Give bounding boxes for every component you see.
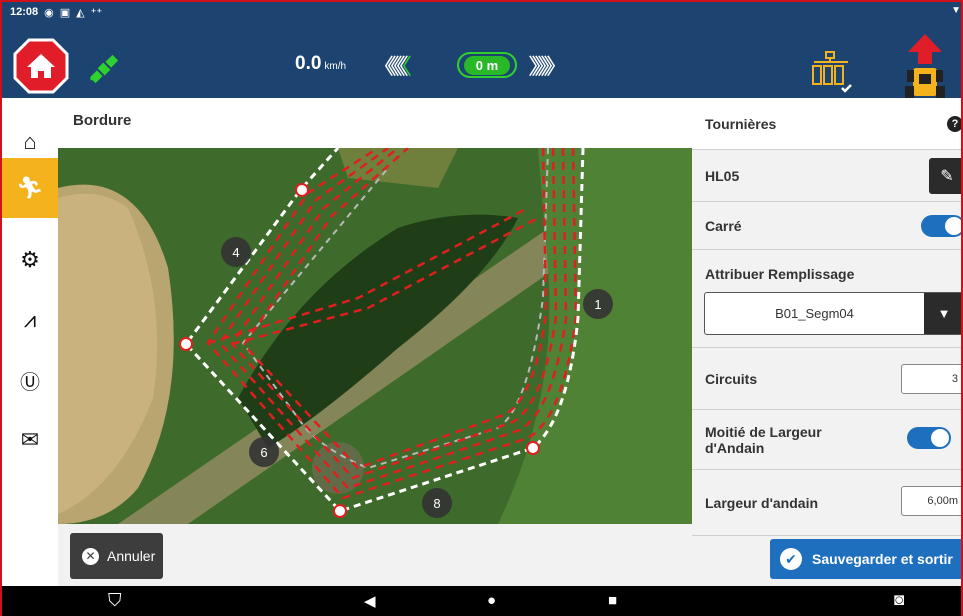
- implement-sections-icon[interactable]: [808, 48, 856, 96]
- headland-name: HL05: [705, 167, 740, 184]
- wifi-icon: ⁺⁺: [90, 6, 103, 19]
- sidebar-item-pulse[interactable]: ⩘: [2, 290, 58, 350]
- chevron-down-icon[interactable]: ▼: [924, 293, 961, 334]
- fill-select-value: B01_Segm04: [775, 306, 854, 321]
- gps-satellite-icon: [89, 54, 119, 84]
- back-icon[interactable]: ◀: [364, 592, 376, 610]
- speed-value: 0.0: [295, 53, 322, 74]
- eye-icon: ◉: [44, 6, 54, 19]
- half-width-toggle[interactable]: [907, 427, 951, 449]
- run-icon: 🏃︎: [16, 175, 44, 200]
- boundary-vertex[interactable]: [295, 183, 309, 197]
- pencil-icon: ✎: [940, 168, 954, 185]
- speed-unit: km/h: [324, 61, 347, 72]
- boundary-vertex[interactable]: [333, 504, 347, 518]
- field-settings-icon: ⚙: [20, 247, 40, 272]
- square-row: Carré: [692, 202, 961, 250]
- cancel-label: Annuler: [107, 548, 156, 564]
- calendar-icon: ▣: [59, 6, 71, 19]
- fill-row: Attribuer Remplissage B01_Segm04 ▼: [692, 250, 961, 348]
- recents-icon[interactable]: ■: [608, 592, 617, 609]
- mail-settings-icon: ✉: [20, 427, 40, 452]
- pulse-icon: ⩘: [23, 307, 37, 332]
- offset-distance: 0 m: [463, 55, 511, 75]
- half-width-label-line1: Moitié de Largeur: [705, 423, 822, 440]
- sidebar-item-field-settings[interactable]: ⚙: [2, 230, 58, 290]
- segment-marker-label: 4: [232, 245, 239, 260]
- half-width-label-line2: d'Andain: [705, 439, 765, 456]
- panel-header: Tournières ?: [692, 98, 961, 150]
- segment-marker-label: 6: [260, 445, 267, 460]
- top-bar: 0.0 km/h 〈〈〈〈〈〈〈 0 m 〉〉〉〉〉〉〉: [2, 22, 961, 102]
- tractor-up-icon[interactable]: [902, 34, 948, 106]
- close-icon: ✕: [82, 547, 99, 565]
- circuits-input[interactable]: 3: [901, 364, 961, 394]
- home-dot-icon[interactable]: ●: [487, 592, 496, 609]
- cancel-button[interactable]: ✕ Annuler: [70, 533, 163, 579]
- sidebar-item-mail-settings[interactable]: ✉: [2, 410, 58, 470]
- ut-icon: Ⓤ: [20, 371, 40, 394]
- boundary-vertex[interactable]: [526, 441, 540, 455]
- status-bar: 12:08 ◉ ▣ ◭ ⁺⁺ ▼: [2, 2, 961, 22]
- signal-triangle-icon: ▼: [951, 5, 961, 16]
- image-icon: ◭: [76, 6, 85, 19]
- circuits-label: Circuits: [705, 370, 758, 387]
- circuits-row: Circuits 3: [692, 348, 961, 410]
- fill-select[interactable]: B01_Segm04 ▼: [704, 292, 961, 335]
- help-icon[interactable]: ?: [947, 116, 961, 132]
- save-label: Sauvegarder et sortir: [812, 551, 953, 567]
- satellite-map[interactable]: 4 1 6 8: [58, 148, 692, 524]
- swath-width-row: Largeur d'andain 6,00m: [692, 470, 961, 536]
- left-sidebar: ⌂ 🏃︎ ⚙ ⩘ Ⓤ ✉: [2, 98, 58, 586]
- map-title: Bordure: [58, 98, 692, 148]
- segment-marker-label: 1: [594, 297, 601, 312]
- home-icon: ⌂: [23, 129, 37, 154]
- check-icon: ✔: [780, 548, 802, 570]
- android-nav-bar: ⛉ ◀ ● ■ ◙: [2, 586, 961, 616]
- offset-distance-badge: 0 m: [457, 52, 517, 78]
- segment-marker-4[interactable]: 4: [221, 237, 251, 267]
- square-label: Carré: [705, 217, 742, 234]
- speed-readout: 0.0 km/h: [295, 53, 346, 75]
- guidance-right-chevrons: 〉〉〉〉〉〉〉: [528, 54, 568, 79]
- segment-marker-label: 8: [433, 496, 440, 511]
- segment-marker-6[interactable]: 6: [249, 437, 279, 467]
- swath-width-label: Largeur d'andain: [705, 494, 819, 511]
- headland-panel: Tournières ? HL05 ✎ Carré Attribuer Remp…: [692, 98, 961, 586]
- app-logo-icon[interactable]: ⛉: [108, 590, 122, 611]
- save-and-exit-button[interactable]: ✔ Sauvegarder et sortir: [770, 539, 961, 579]
- headland-name-row: HL05 ✎: [692, 150, 961, 202]
- edit-name-button[interactable]: ✎: [929, 158, 961, 194]
- camera-icon[interactable]: ◙: [894, 590, 904, 610]
- square-toggle[interactable]: [921, 215, 961, 237]
- sidebar-item-run[interactable]: 🏃︎: [2, 158, 58, 218]
- guidance-left-chevrons: 〈〈〈〈〈〈〈: [372, 54, 412, 79]
- segment-marker-8[interactable]: 8: [422, 488, 452, 518]
- fill-label: Attribuer Remplissage: [705, 266, 855, 282]
- swath-width-input[interactable]: 6,00m: [901, 486, 961, 516]
- home-stop-icon[interactable]: [13, 38, 69, 94]
- status-time: 12:08: [10, 6, 39, 18]
- half-width-row: Moitié de Largeur d'Andain: [692, 410, 961, 470]
- screen-frame: 12:08 ◉ ▣ ◭ ⁺⁺ ▼ 0.0 km/h 〈〈〈〈〈〈〈 0 m 〉〉〉…: [0, 0, 963, 616]
- segment-marker-1[interactable]: 1: [583, 289, 613, 319]
- boundary-vertex[interactable]: [179, 337, 193, 351]
- panel-title: Tournières: [705, 115, 777, 132]
- sidebar-item-ut[interactable]: Ⓤ: [2, 350, 58, 410]
